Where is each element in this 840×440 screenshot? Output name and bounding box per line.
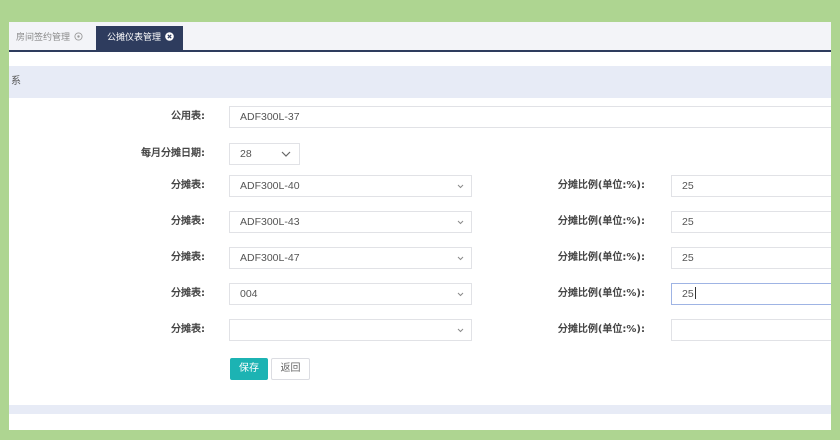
text-cursor [694, 287, 696, 299]
share-meter-label-2: 分摊表: [171, 216, 205, 227]
share-ratio-input-2[interactable]: 25 [671, 211, 831, 233]
share-meter-value: ADF300L-43 [240, 216, 300, 228]
share-meter-select-5[interactable] [229, 319, 472, 341]
share-ratio-value: 25 [682, 288, 694, 300]
chevron-down-icon [281, 151, 291, 157]
share-meter-label-4: 分摊表: [171, 288, 205, 299]
share-meter-value: ADF300L-40 [240, 180, 300, 192]
share-meter-select-1[interactable]: ADF300L-40 [229, 175, 472, 197]
share-meter-select-4[interactable]: 004 [229, 283, 472, 305]
public-meter-value: ADF300L-37 [240, 111, 300, 123]
share-meter-value: 004 [240, 288, 258, 300]
dropdown-caret-icon[interactable] [457, 292, 464, 297]
close-circle-icon[interactable] [165, 32, 174, 41]
share-ratio-label-2: 分摊比例(单位:%): [557, 216, 645, 227]
share-ratio-input-4[interactable]: 25 [671, 283, 831, 305]
monthly-date-value: 28 [240, 148, 252, 160]
monthly-date-label: 每月分摊日期: [141, 148, 205, 159]
tab-label: 公摊仪表管理 [107, 33, 162, 43]
share-meter-select-2[interactable]: ADF300L-43 [229, 211, 472, 233]
share-ratio-label-3: 分摊比例(单位:%): [557, 252, 645, 263]
public-meter-input[interactable]: ADF300L-37 [229, 106, 831, 128]
back-button[interactable]: 返回 [271, 358, 310, 380]
save-button[interactable]: 保存 [230, 358, 268, 380]
share-ratio-label-4: 分摊比例(单位:%): [557, 288, 645, 299]
tab-shared-meter-management[interactable]: 公摊仪表管理 [96, 26, 183, 50]
section-header: 系 [9, 66, 831, 98]
share-ratio-label-5: 分摊比例(单位:%): [557, 324, 645, 335]
circle-dot-icon[interactable] [74, 32, 83, 41]
share-meter-label-5: 分摊表: [171, 324, 205, 335]
share-meter-label-1: 分摊表: [171, 180, 205, 191]
main-panel: 房间签约管理 公摊仪表管理 系 公用表: ADF300L-37 每月分摊日期: … [9, 22, 831, 430]
share-ratio-value: 25 [682, 252, 694, 264]
share-ratio-value: 25 [682, 180, 694, 192]
dropdown-caret-icon[interactable] [457, 184, 464, 189]
share-meter-value: ADF300L-47 [240, 252, 300, 264]
tab-bar: 房间签约管理 公摊仪表管理 [9, 22, 831, 52]
share-ratio-label-1: 分摊比例(单位:%): [557, 180, 645, 191]
public-meter-label: 公用表: [171, 111, 205, 122]
share-meter-select-3[interactable]: ADF300L-47 [229, 247, 472, 269]
share-meter-label-3: 分摊表: [171, 252, 205, 263]
monthly-date-select[interactable]: 28 [229, 143, 300, 165]
share-ratio-input-1[interactable]: 25 [671, 175, 831, 197]
dropdown-caret-icon[interactable] [457, 328, 464, 333]
tab-room-contract-management[interactable]: 房间签约管理 [12, 26, 87, 50]
section-title: 系 [11, 76, 21, 87]
share-ratio-input-3[interactable]: 25 [671, 247, 831, 269]
dropdown-caret-icon[interactable] [457, 220, 464, 225]
share-ratio-input-5[interactable] [671, 319, 831, 341]
dropdown-caret-icon[interactable] [457, 256, 464, 261]
footer-strip [9, 405, 831, 414]
tab-label: 房间签约管理 [16, 33, 71, 43]
share-ratio-value: 25 [682, 216, 694, 228]
